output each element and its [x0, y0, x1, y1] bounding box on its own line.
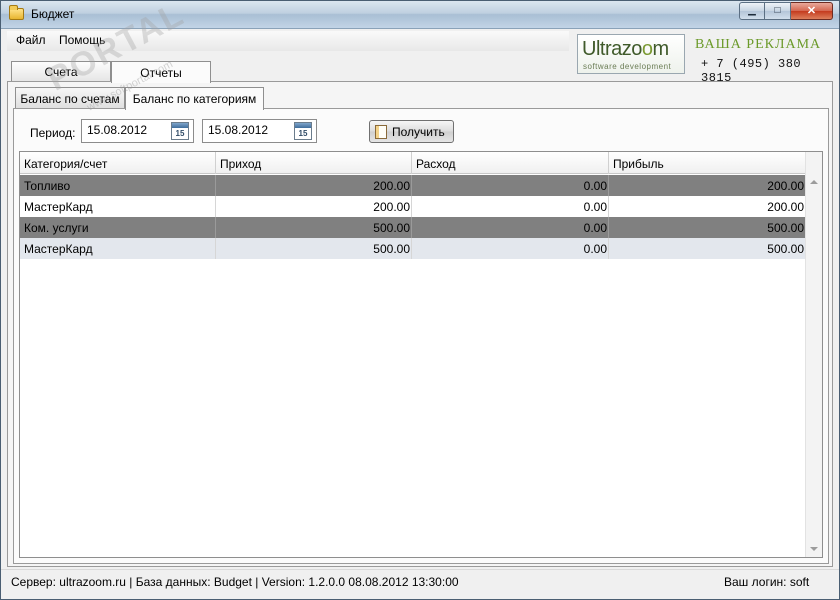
tab-balance-categories[interactable]: Баланс по категориям — [125, 87, 264, 110]
folder-icon — [9, 5, 24, 20]
menu-bar: Файл Помощь — [7, 31, 569, 51]
cell-category: МастерКард — [20, 196, 216, 217]
column-header-expense[interactable]: Расход — [412, 152, 609, 174]
cell-expense: 0.00 — [412, 175, 609, 196]
column-header-profit[interactable]: Прибыль — [609, 152, 806, 174]
status-bar: Сервер: ultrazoom.ru | База данных: Budg… — [1, 569, 839, 599]
cell-income: 500.00 — [216, 238, 412, 259]
cell-category: Топливо — [20, 175, 216, 196]
vertical-scrollbar[interactable] — [805, 152, 822, 557]
status-info: Сервер: ultrazoom.ru | База данных: Budg… — [11, 575, 459, 589]
cell-profit: 500.00 — [609, 238, 806, 259]
table-row[interactable]: Топливо 200.00 0.00 200.00 — [20, 175, 806, 196]
ad-title: ВАША РЕКЛАМА — [695, 37, 822, 52]
main-window: Бюджет ▁ □ ✕ Файл Помощь Счета Отчеты Ul… — [0, 0, 840, 600]
logo-text-part3: m — [652, 38, 669, 60]
window-title: Бюджет — [31, 7, 75, 21]
ultrazoom-logo[interactable]: Ultrazoom software development — [577, 34, 685, 74]
period-label: Период: — [30, 126, 76, 140]
date-to-field[interactable]: 15.08.2012 15 — [202, 119, 317, 143]
date-from-field[interactable]: 15.08.2012 15 — [81, 119, 194, 143]
calendar-icon[interactable]: 15 — [171, 122, 189, 140]
tab-balance-accounts[interactable]: Баланс по счетам — [15, 87, 125, 109]
cell-profit: 500.00 — [609, 217, 806, 238]
window-controls: ▁ □ ✕ — [739, 2, 833, 20]
get-button-label: Получить — [392, 124, 445, 139]
logo-subtitle: software development — [583, 62, 672, 71]
document-icon — [375, 124, 387, 139]
menu-file[interactable]: Файл — [16, 33, 46, 47]
logo-text: Ultrazoom — [582, 38, 669, 61]
date-from-value: 15.08.2012 — [87, 123, 148, 137]
scroll-up-icon[interactable] — [810, 180, 818, 184]
grid-header: Категория/счет Приход Расход Прибыль — [20, 152, 806, 174]
column-header-category[interactable]: Категория/счет — [20, 152, 216, 174]
minimize-button[interactable]: ▁ — [739, 2, 765, 20]
column-header-income[interactable]: Приход — [216, 152, 412, 174]
tab-accounts[interactable]: Счета — [11, 61, 111, 82]
table-row[interactable]: Ком. услуги 500.00 0.00 500.00 — [20, 217, 806, 238]
cell-category: МастерКард — [20, 238, 216, 259]
close-button[interactable]: ✕ — [791, 2, 833, 20]
maximize-button[interactable]: □ — [765, 2, 791, 20]
scroll-down-icon[interactable] — [810, 547, 818, 551]
cell-profit: 200.00 — [609, 196, 806, 217]
title-bar[interactable]: Бюджет ▁ □ ✕ — [1, 1, 839, 29]
logo-text-part1: Ultrazo — [582, 38, 642, 60]
cell-expense: 0.00 — [412, 217, 609, 238]
cell-category: Ком. услуги — [20, 217, 216, 238]
calendar-icon[interactable]: 15 — [294, 122, 312, 140]
cell-income: 500.00 — [216, 217, 412, 238]
cell-income: 200.00 — [216, 175, 412, 196]
table-row[interactable]: МастерКард 500.00 0.00 500.00 — [20, 238, 806, 259]
menu-help[interactable]: Помощь — [59, 33, 105, 47]
date-to-value: 15.08.2012 — [208, 123, 269, 137]
balance-grid: Категория/счет Приход Расход Прибыль Топ… — [19, 151, 823, 558]
table-row[interactable]: МастерКард 200.00 0.00 200.00 — [20, 196, 806, 217]
tab-reports[interactable]: Отчеты — [111, 61, 211, 83]
cell-expense: 0.00 — [412, 196, 609, 217]
cell-profit: 200.00 — [609, 175, 806, 196]
logo-text-accent: o — [641, 38, 653, 60]
status-login: Ваш логин: soft — [724, 575, 810, 589]
get-button[interactable]: Получить — [369, 120, 454, 143]
cell-income: 200.00 — [216, 196, 412, 217]
cell-expense: 0.00 — [412, 238, 609, 259]
